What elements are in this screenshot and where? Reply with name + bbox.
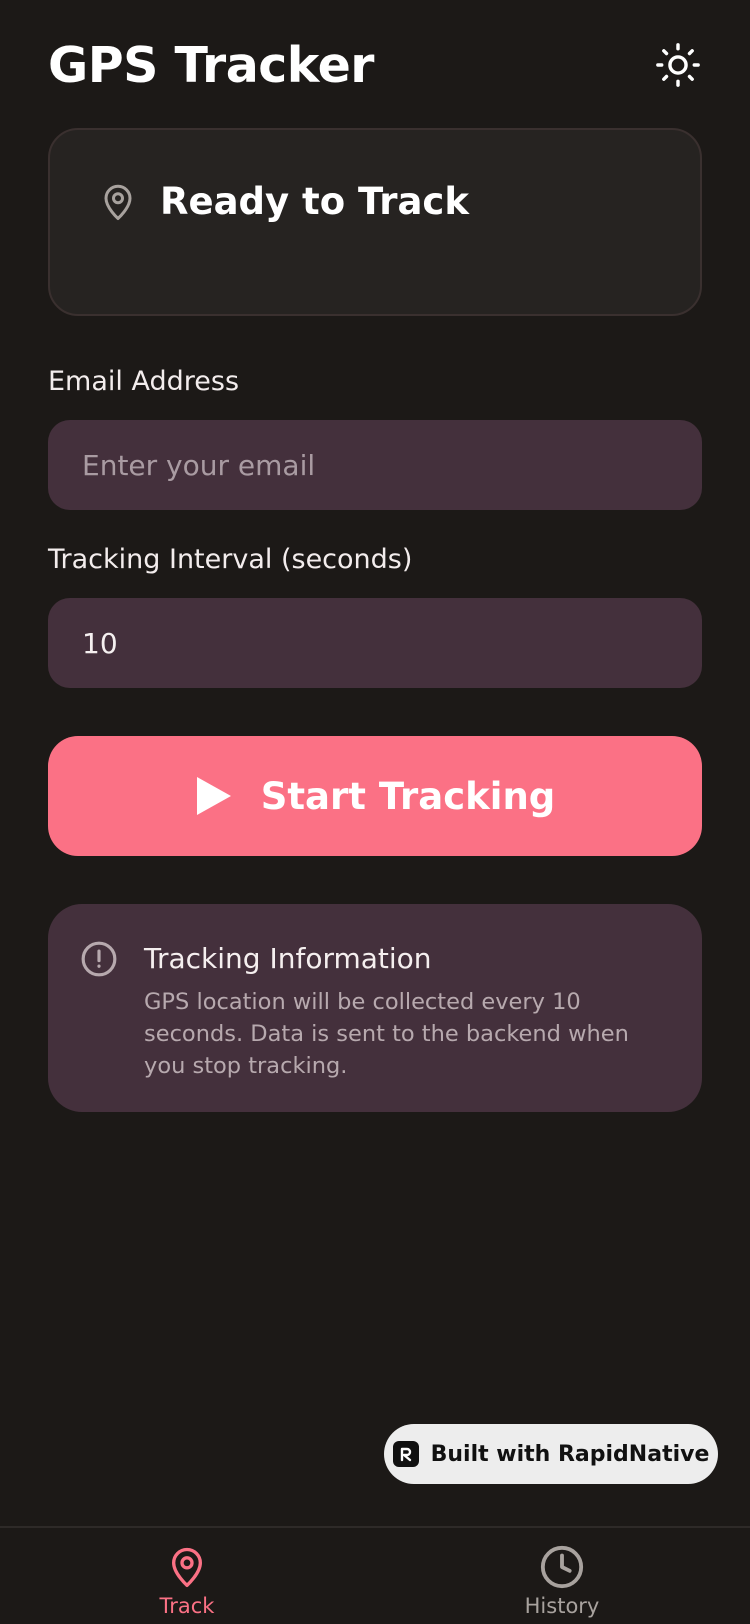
info-title: Tracking Information bbox=[144, 942, 432, 975]
sun-icon bbox=[656, 43, 700, 87]
header: GPS Tracker bbox=[48, 30, 702, 100]
info-body: GPS location will be collected every 10 … bbox=[144, 989, 629, 1079]
theme-toggle-button[interactable] bbox=[654, 41, 702, 89]
map-pin-icon bbox=[172, 1547, 202, 1587]
clock-icon bbox=[540, 1545, 584, 1589]
status-row: Ready to Track bbox=[100, 180, 469, 223]
status-card: Ready to Track bbox=[48, 128, 702, 316]
email-label: Email Address bbox=[48, 366, 240, 397]
interval-field[interactable] bbox=[48, 598, 702, 688]
tab-history[interactable]: History bbox=[462, 1528, 662, 1624]
bottom-tab-bar: Track History bbox=[0, 1526, 750, 1624]
start-tracking-button[interactable]: Start Tracking bbox=[48, 736, 702, 856]
info-card: Tracking Information GPS location will b… bbox=[48, 904, 702, 1112]
built-with-badge[interactable]: Built with RapidNative bbox=[384, 1424, 718, 1484]
play-icon bbox=[196, 777, 231, 815]
interval-label: Tracking Interval (seconds) bbox=[48, 544, 413, 575]
tab-track-label: Track bbox=[159, 1594, 215, 1618]
app-title: GPS Tracker bbox=[48, 36, 374, 94]
map-pin-icon bbox=[104, 184, 132, 220]
alert-circle-icon bbox=[81, 941, 117, 977]
badge-label: Built with RapidNative bbox=[430, 1441, 710, 1467]
tab-track[interactable]: Track bbox=[87, 1528, 287, 1624]
rapidnative-logo-icon bbox=[392, 1441, 419, 1467]
tab-history-label: History bbox=[524, 1594, 600, 1618]
status-text: Ready to Track bbox=[160, 180, 469, 223]
start-tracking-label: Start Tracking bbox=[260, 774, 556, 818]
email-field[interactable] bbox=[48, 420, 702, 510]
